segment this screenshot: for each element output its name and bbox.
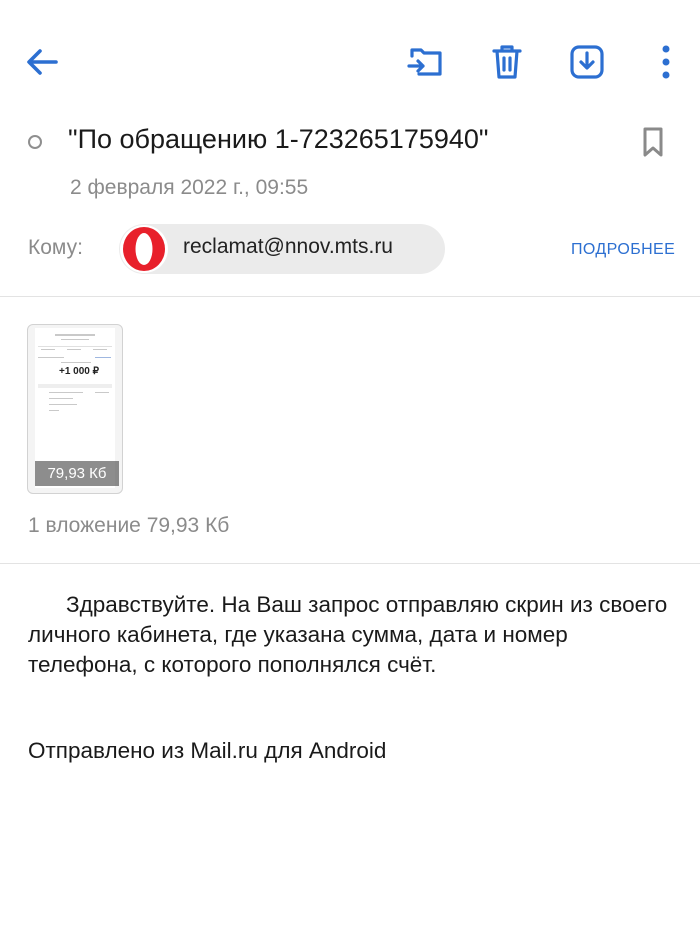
attachments-divider [0, 563, 700, 564]
more-vertical-icon [662, 45, 670, 79]
move-to-folder-button[interactable] [401, 38, 449, 86]
more-options-button[interactable] [642, 38, 690, 86]
download-icon [570, 45, 604, 79]
message-signature: Отправлено из Mail.ru для Android [28, 738, 387, 763]
toolbar [0, 0, 700, 120]
message-subject: "По обращению 1-723265175940" [68, 124, 489, 154]
trash-icon [492, 45, 522, 79]
recipient-email: reclamat@nnov.mts.ru [183, 235, 393, 258]
attachment-thumbnail[interactable]: +1 000 ₽ 79,93 Кб [27, 324, 123, 494]
unread-status-icon[interactable] [28, 135, 42, 149]
attachment-size-badge: 79,93 Кб [35, 461, 119, 486]
delete-button[interactable] [483, 38, 531, 86]
email-view-screen: "По обращению 1-723265175940" 2 февраля … [0, 0, 700, 941]
folder-move-icon [407, 48, 442, 76]
flag-button[interactable] [636, 122, 670, 162]
arrow-left-icon [27, 49, 58, 75]
details-link[interactable]: ПОДРОБНЕЕ [571, 241, 675, 259]
bookmark-icon [643, 127, 663, 157]
message-body-paragraph: Здравствуйте. На Ваш запрос отправляю ск… [28, 592, 668, 677]
message-date: 2 февраля 2022 г., 09:55 [70, 176, 309, 199]
recipient-chip[interactable]: reclamat@nnov.mts.ru [119, 224, 445, 274]
to-label: Кому: [28, 236, 83, 259]
back-button[interactable] [18, 38, 66, 86]
attachments-summary: 1 вложение 79,93 Кб [28, 514, 230, 537]
subject-row: "По обращению 1-723265175940" [0, 120, 700, 168]
attachment-preview-amount: +1 000 ₽ [59, 366, 100, 377]
message-body: Здравствуйте. На Ваш запрос отправляю ск… [28, 590, 668, 680]
header-divider [0, 296, 700, 297]
opera-logo-icon [120, 225, 168, 273]
download-button[interactable] [563, 38, 611, 86]
